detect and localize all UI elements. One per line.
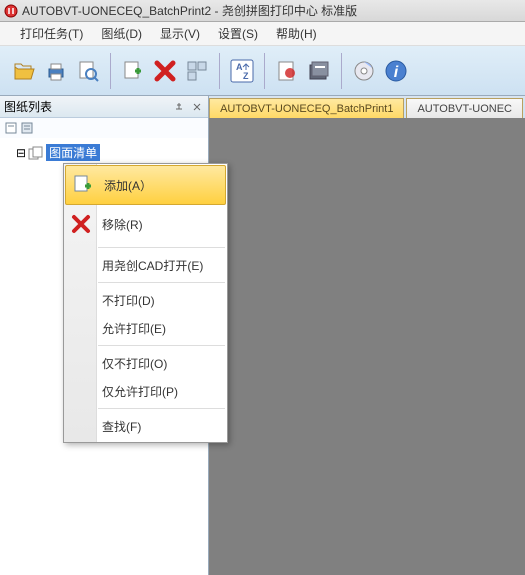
sort-button[interactable]: AZ xyxy=(228,57,256,85)
canvas[interactable] xyxy=(209,118,525,575)
toolbar-separator xyxy=(219,53,220,89)
ctx-add[interactable]: 添加(A） xyxy=(65,165,226,205)
ctx-find[interactable]: 查找(F) xyxy=(64,412,227,440)
ctx-separator xyxy=(98,408,225,409)
info-button[interactable]: i xyxy=(382,57,410,85)
delete-button[interactable] xyxy=(151,57,179,85)
add-page-icon xyxy=(66,166,100,204)
menu-help[interactable]: 帮助(H) xyxy=(276,25,317,42)
toolbar-separator xyxy=(264,53,265,89)
toolbar-separator xyxy=(341,53,342,89)
ctx-allow-print[interactable]: 允许打印(E) xyxy=(64,314,227,342)
ctx-only-no-print[interactable]: 仅不打印(O) xyxy=(64,349,227,377)
menu-drawings[interactable]: 图纸(D) xyxy=(101,25,142,42)
svg-text:i: i xyxy=(394,64,399,81)
context-menu: 添加(A） 移除(R) 用尧创CAD打开(E) 不打印(D) 允许打印(E) 仅… xyxy=(63,163,228,443)
archive-button[interactable] xyxy=(305,57,333,85)
panel-title: 图纸列表 xyxy=(4,98,52,115)
menu-display[interactable]: 显示(V) xyxy=(160,25,200,42)
document-tabs: AUTOBVT-UONECEQ_BatchPrint1 AUTOBVT-UONE… xyxy=(209,96,525,118)
ctx-no-print[interactable]: 不打印(D) xyxy=(64,286,227,314)
add-button[interactable] xyxy=(119,57,147,85)
view-detail-icon[interactable] xyxy=(20,121,34,135)
tree-root-label[interactable]: 图面清单 xyxy=(46,144,100,161)
toolbar: AZ i xyxy=(0,46,525,96)
ctx-separator xyxy=(98,247,225,248)
arrange-button[interactable] xyxy=(183,57,211,85)
ctx-open-cad[interactable]: 用尧创CAD打开(E) xyxy=(64,251,227,279)
stamp-button[interactable] xyxy=(273,57,301,85)
print-button[interactable] xyxy=(42,57,70,85)
toolbar-separator xyxy=(110,53,111,89)
pin-icon[interactable] xyxy=(172,100,186,114)
menu-print-tasks[interactable]: 打印任务(T) xyxy=(20,25,83,42)
panel-view-icons xyxy=(0,118,208,138)
pages-icon xyxy=(28,146,44,160)
canvas-panel: AUTOBVT-UONECEQ_BatchPrint1 AUTOBVT-UONE… xyxy=(209,96,525,575)
svg-text:Z: Z xyxy=(243,71,249,81)
panel-header: 图纸列表 xyxy=(0,96,208,118)
open-button[interactable] xyxy=(10,57,38,85)
remove-x-icon xyxy=(64,204,98,244)
ctx-separator xyxy=(98,282,225,283)
view-list-icon[interactable] xyxy=(4,121,18,135)
expand-icon[interactable]: ⊟ xyxy=(16,146,26,160)
ctx-separator xyxy=(98,345,225,346)
tab-batchprint2[interactable]: AUTOBVT-UONEC xyxy=(406,98,523,118)
ctx-only-allow-print[interactable]: 仅允许打印(P) xyxy=(64,377,227,405)
tab-batchprint1[interactable]: AUTOBVT-UONECEQ_BatchPrint1 xyxy=(209,98,404,118)
app-icon xyxy=(4,4,18,18)
menu-settings[interactable]: 设置(S) xyxy=(218,25,258,42)
menubar: 打印任务(T) 图纸(D) 显示(V) 设置(S) 帮助(H) xyxy=(0,22,525,46)
window-title: AUTOBVT-UONECEQ_BatchPrint2 - 尧创拼图打印中心 标… xyxy=(22,2,357,19)
tree-root-node[interactable]: ⊟ 图面清单 xyxy=(16,144,202,161)
titlebar: AUTOBVT-UONECEQ_BatchPrint2 - 尧创拼图打印中心 标… xyxy=(0,0,525,22)
svg-text:A: A xyxy=(236,62,243,72)
preview-button[interactable] xyxy=(74,57,102,85)
close-panel-icon[interactable] xyxy=(190,100,204,114)
ctx-remove[interactable]: 移除(R) xyxy=(64,204,227,244)
disc-button[interactable] xyxy=(350,57,378,85)
